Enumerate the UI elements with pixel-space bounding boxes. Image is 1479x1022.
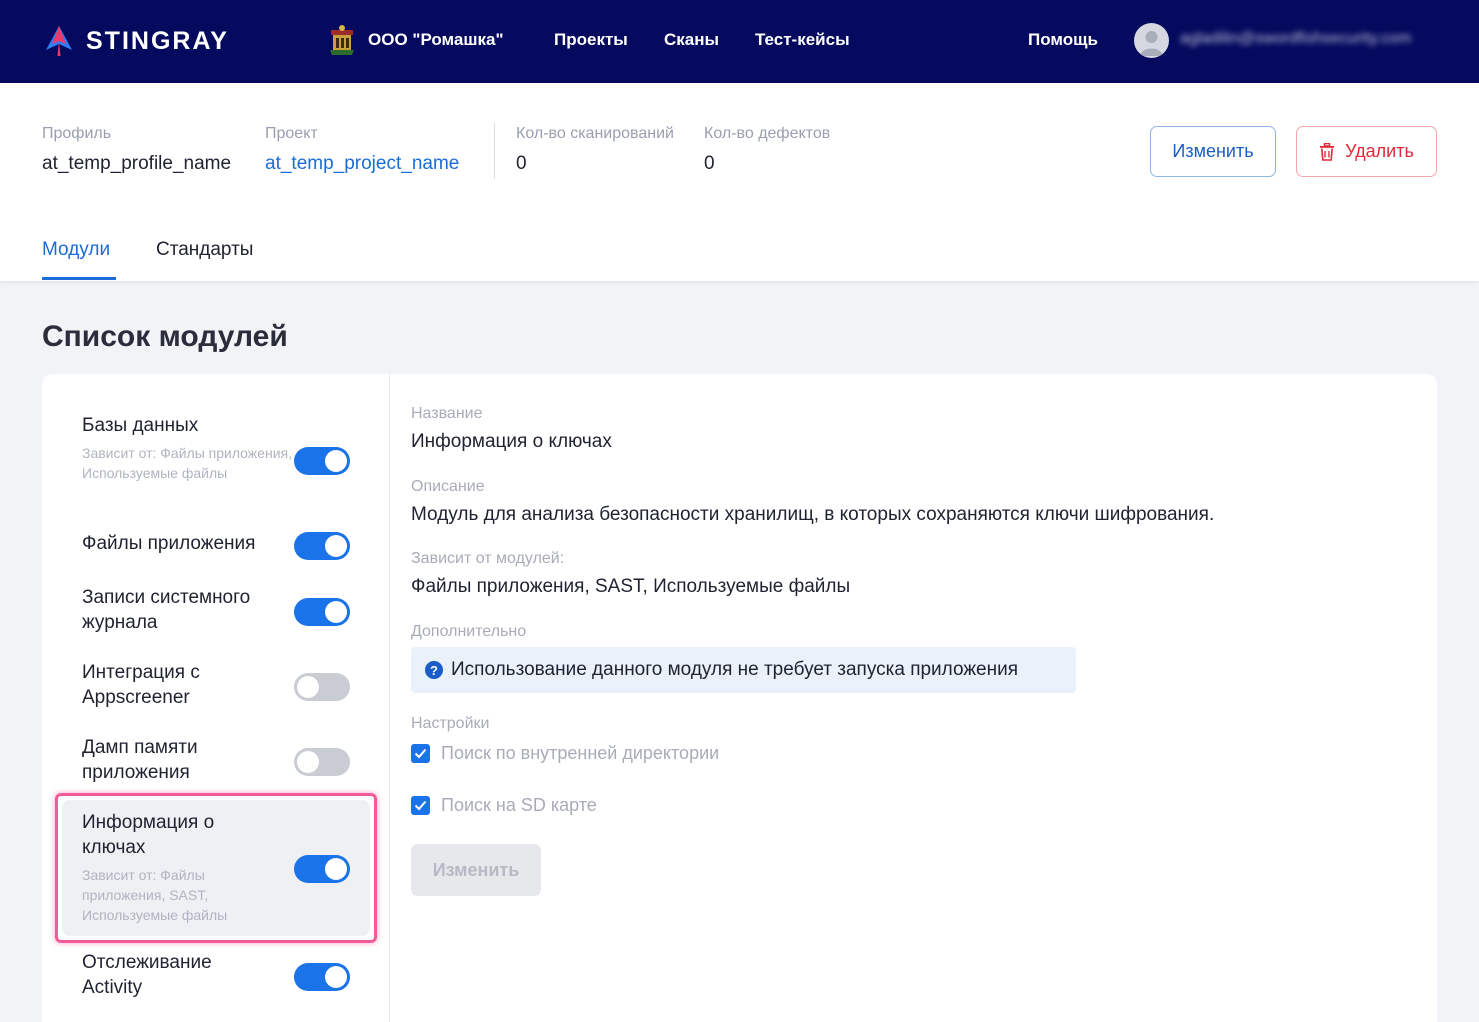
setting-internal-dir[interactable]: Поиск по внутренней директории xyxy=(411,743,719,764)
module-name: Файлы приложения xyxy=(82,533,256,554)
module-toggle[interactable] xyxy=(294,532,350,560)
brand-logo[interactable]: STINGRAY xyxy=(42,24,229,58)
question-icon: ? xyxy=(425,661,443,679)
nav-link-help[interactable]: Помощь xyxy=(1028,30,1098,50)
save-settings-label: Изменить xyxy=(432,859,520,880)
scans-count-label: Кол-во сканирований xyxy=(516,125,674,142)
checkbox-checked[interactable] xyxy=(411,744,430,763)
defects-count-value: 0 xyxy=(704,153,715,174)
scans-count-value: 0 xyxy=(516,153,527,174)
profile-value: at_temp_profile_name xyxy=(42,153,232,174)
info-notice: ? Использование данного модуля не требуе… xyxy=(411,647,1076,693)
defects-count-label: Кол-во дефектов xyxy=(704,125,831,142)
user-avatar-icon xyxy=(1140,31,1163,56)
detail-dependencies-label: Зависит от модулей: xyxy=(411,550,565,567)
module-toggle[interactable] xyxy=(294,598,350,626)
module-name: Отслеживание Activity xyxy=(82,952,212,998)
setting-label: Поиск по внутренней директории xyxy=(441,743,720,763)
trash-icon xyxy=(1320,142,1335,161)
module-dependencies: Зависит от: Файлы приложения, Используем… xyxy=(82,445,292,481)
tab-standards[interactable]: Стандарты xyxy=(156,239,253,261)
delete-profile-button[interactable]: Удалить xyxy=(1296,126,1437,177)
save-settings-button[interactable]: Изменить xyxy=(411,844,541,896)
modules-panel: Базы данных Зависит от: Файлы приложения… xyxy=(42,374,1437,1022)
detail-description-label: Описание xyxy=(411,478,485,495)
module-name: Дамп памяти приложения xyxy=(82,737,198,783)
module-toggle[interactable] xyxy=(294,447,350,475)
stingray-logo-icon xyxy=(46,26,72,56)
delete-profile-label: Удалить xyxy=(1345,141,1414,161)
org-selector[interactable]: ООО "Ромашка" xyxy=(328,24,504,56)
active-tab-indicator xyxy=(42,277,116,280)
nav-link-testcases[interactable]: Тест-кейсы xyxy=(755,30,850,50)
nav-link-projects[interactable]: Проекты xyxy=(554,30,628,50)
module-name: Записи системного журнала xyxy=(82,587,251,633)
header-divider xyxy=(494,123,495,179)
detail-extra-label: Дополнительно xyxy=(411,623,527,640)
tab-modules[interactable]: Модули xyxy=(42,239,110,261)
setting-sd-card[interactable]: Поиск на SD карте xyxy=(411,795,597,816)
page-title: Список модулей xyxy=(42,320,288,353)
edit-profile-button[interactable]: Изменить xyxy=(1150,126,1276,177)
brand-name: STINGRAY xyxy=(86,26,229,55)
detail-settings-label: Настройки xyxy=(411,715,490,732)
info-notice-text: Использование данного модуля не требует … xyxy=(451,659,1018,680)
profile-header: Профиль at_temp_profile_name Проект at_t… xyxy=(0,83,1479,281)
profile-label: Профиль xyxy=(42,125,112,142)
detail-name-value: Информация о ключах xyxy=(411,431,612,452)
module-toggle[interactable] xyxy=(294,673,350,701)
user-email[interactable]: agladilin@swordfishsecurity.com xyxy=(1180,30,1411,48)
setting-label: Поиск на SD карте xyxy=(441,795,597,815)
checkbox-checked[interactable] xyxy=(411,796,430,815)
org-name: ООО "Ромашка" xyxy=(368,30,504,49)
project-link[interactable]: at_temp_project_name xyxy=(265,153,459,175)
nav-link-scans[interactable]: Сканы xyxy=(664,30,719,50)
edit-profile-label: Изменить xyxy=(1172,141,1254,161)
top-navbar: STINGRAY ООО "Ромашка" Проекты Сканы Тес… xyxy=(0,0,1479,83)
modules-list: Базы данных Зависит от: Файлы приложения… xyxy=(42,374,390,1022)
org-emblem-icon xyxy=(330,25,354,55)
module-name: Базы данных xyxy=(82,415,199,436)
module-name: Интеграция с Appscreener xyxy=(82,662,200,708)
selection-highlight xyxy=(55,793,377,943)
module-toggle[interactable] xyxy=(294,748,350,776)
check-icon xyxy=(414,800,427,811)
module-toggle[interactable] xyxy=(294,963,350,991)
detail-dependencies-value: Файлы приложения, SAST, Используемые фай… xyxy=(411,576,851,597)
user-avatar[interactable] xyxy=(1134,23,1169,58)
detail-name-label: Название xyxy=(411,405,483,422)
project-label: Проект xyxy=(265,125,318,142)
detail-description-value: Модуль для анализа безопасности хранилищ… xyxy=(411,504,1215,525)
check-icon xyxy=(414,748,427,759)
